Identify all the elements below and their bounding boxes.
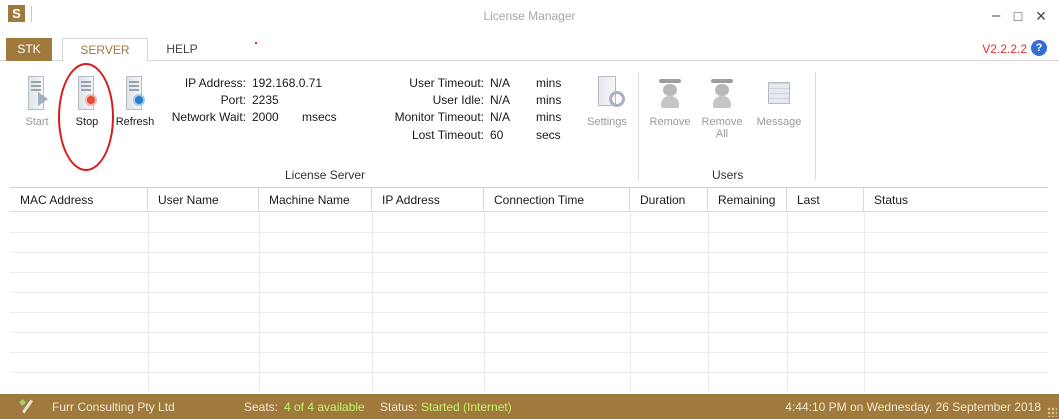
settings-button[interactable]: Settings [582,76,632,128]
settings-icon [596,76,625,112]
column-header-last[interactable]: Last [787,188,864,212]
sessions-table: MAC Address User Name Machine Name IP Ad… [10,187,1048,392]
wand-icon [20,399,34,413]
resize-grip[interactable] [1047,407,1057,417]
network-wait-unit: msecs [302,110,337,124]
remove-label: Remove [649,116,691,128]
date-time: 4:44:10 PM on Wednesday, 26 September 20… [785,400,1041,414]
column-header-ip-address[interactable]: IP Address [372,188,484,212]
status-label: Status: [380,400,418,414]
ribbon-panel: Start Stop Refresh IP Address: 192.168.0… [0,62,1059,184]
help-icon[interactable]: ? [1031,40,1047,56]
status-value: Started (Internet) [421,400,512,414]
user-idle-value: N/A [490,93,511,107]
message-icon [768,76,790,112]
status-bar: Furr Consulting Pty Ltd Seats: 4 of 4 av… [0,394,1059,419]
users-icon [711,76,733,112]
port-value: 2235 [252,93,279,107]
remove-all-label-line2: All [715,128,729,140]
network-wait-value: 2000 [252,110,279,124]
seats-label: Seats: [244,400,279,414]
remove-button[interactable]: Remove [645,76,695,128]
seats-value: 4 of 4 available [284,400,365,414]
ip-address-value: 192.168.0.71 [252,76,323,90]
maximize-button[interactable]: □ [1007,6,1029,26]
window-title: License Manager [483,9,576,23]
column-header-status[interactable]: Status [864,188,1048,212]
monitor-timeout-value: N/A [490,110,511,124]
stop-highlight-circle [58,63,114,171]
tab-help[interactable]: HELP [154,38,210,61]
message-label: Message [756,116,802,128]
user-timeout-value: N/A [490,76,511,90]
refresh-button[interactable]: Refresh [114,76,156,128]
ribbon-tab-bar: STK SERVER HELP V2.2.2.2 ? [0,38,1059,62]
tab-server[interactable]: SERVER [62,38,148,62]
users-group-label: Users [712,168,744,182]
remove-all-button[interactable]: Remove All [700,76,744,140]
minimize-button[interactable]: – [985,6,1007,26]
table-header: MAC Address User Name Machine Name IP Ad… [10,188,1048,212]
group-separator [815,72,816,180]
refresh-label: Refresh [115,116,155,128]
group-separator [638,72,639,180]
title-bar: S License Manager – □ × [0,0,1059,34]
column-header-duration[interactable]: Duration [630,188,708,212]
license-server-group-label: License Server [285,168,366,182]
server-start-icon [26,76,48,112]
company-name: Furr Consulting Pty Ltd [52,400,175,414]
user-icon [659,76,681,112]
remove-all-label-line1: Remove [701,116,743,128]
red-dot-marker [255,42,257,44]
column-header-user-name[interactable]: User Name [148,188,259,212]
lost-timeout-value: 60 [490,128,504,142]
column-header-connection-time[interactable]: Connection Time [484,188,630,212]
start-button[interactable]: Start [22,76,52,128]
column-header-machine-name[interactable]: Machine Name [259,188,372,212]
settings-label: Settings [587,116,627,128]
column-header-mac-address[interactable]: MAC Address [10,188,148,212]
column-header-remaining[interactable]: Remaining [708,188,787,212]
server-refresh-icon [124,76,146,112]
start-label: Start [25,116,49,128]
version-label: V2.2.2.2 [982,42,1027,56]
tab-stk[interactable]: STK [6,38,52,61]
close-button[interactable]: × [1030,6,1052,26]
message-button[interactable]: Message [752,76,806,128]
